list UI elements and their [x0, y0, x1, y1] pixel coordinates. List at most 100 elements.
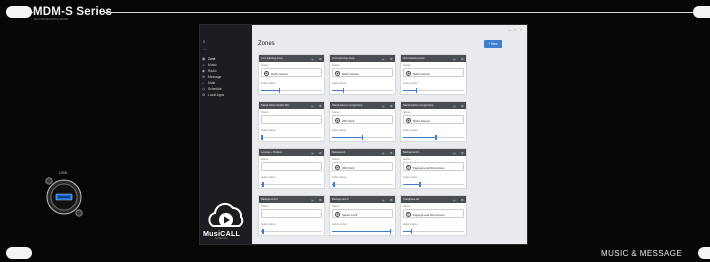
zone-card-header: Lounge + Terrace 🔈 ⚙: [259, 149, 324, 156]
sidebar-item-label: Radio: [208, 69, 217, 73]
zone-source-select[interactable]: ⌄: [261, 115, 322, 124]
mic-icon: 🎙: [406, 211, 411, 217]
volume-slider[interactable]: [403, 182, 464, 187]
volume-slider-thumb[interactable]: [389, 229, 392, 234]
volume-slider-thumb[interactable]: [333, 182, 335, 187]
volume-slider[interactable]: [332, 229, 393, 234]
volume-slider-thumb[interactable]: [415, 88, 418, 93]
volume-slider[interactable]: [332, 88, 393, 93]
zone-card: Background 1 🔈 ⚙ Source 🎙 Paging/Local M…: [400, 148, 467, 189]
top-right-rack-ear: [693, 6, 710, 18]
volume-slider[interactable]: [332, 135, 393, 140]
sidebar-item-label: Mute: [208, 81, 216, 85]
zone-settings-icon[interactable]: ⚙: [390, 198, 393, 202]
audio-volume-label: Audio volume: [261, 82, 276, 85]
sound-output-icon[interactable]: 🔈: [453, 198, 457, 202]
zone-settings-icon[interactable]: ⚙: [390, 57, 393, 61]
zone-card-header: Background 3 🔈 ⚙: [330, 196, 395, 203]
zone-source-value: WiFi Stick: [342, 118, 355, 123]
zone-card-header: Stand-Alone Studio Mix 🔈 ⚙: [259, 102, 324, 109]
volume-slider[interactable]: [403, 88, 464, 93]
back-arrow-icon[interactable]: ←: [203, 46, 207, 51]
volume-slider[interactable]: [403, 229, 464, 234]
zone-settings-icon[interactable]: ⚙: [319, 104, 322, 108]
zone-source-select[interactable]: 🎙 Paging/Local Microphone ⌄: [403, 162, 464, 171]
zone-source-value: WiFi Stick: [342, 165, 355, 170]
source-label: Source: [403, 111, 411, 114]
sound-output-icon[interactable]: 🔈: [382, 104, 386, 108]
volume-slider-thumb[interactable]: [410, 229, 413, 234]
sound-output-icon[interactable]: 🔈: [453, 151, 457, 155]
sound-output-icon[interactable]: 🔈: [311, 104, 315, 108]
sound-output-icon[interactable]: 🔈: [453, 57, 457, 61]
sound-output-icon[interactable]: 🔈: [453, 104, 457, 108]
volume-slider-thumb[interactable]: [261, 135, 264, 140]
zone-source-value: Radio Stream: [413, 71, 431, 76]
volume-slider-thumb[interactable]: [262, 182, 264, 187]
zone-settings-icon[interactable]: ⚙: [461, 104, 464, 108]
zone-settings-icon[interactable]: ⚙: [390, 104, 393, 108]
sound-output-icon[interactable]: 🔈: [311, 198, 315, 202]
audio-volume-label: Audio volume: [403, 176, 418, 179]
audio-volume-label: Audio volume: [403, 129, 418, 132]
sidebar-item-6[interactable]: ⚙ Local Apps: [202, 92, 250, 98]
sound-output-icon[interactable]: 🔈: [311, 151, 315, 155]
new-zone-button[interactable]: + New: [484, 40, 502, 48]
source-label: Source: [403, 64, 411, 67]
zone-settings-icon[interactable]: ⚙: [461, 198, 464, 202]
volume-slider-thumb[interactable]: [278, 88, 281, 93]
zone-source-value: Radio Stream: [342, 71, 360, 76]
volume-slider[interactable]: [403, 135, 464, 140]
minimize-icon[interactable]: —: [508, 28, 511, 32]
volume-slider[interactable]: [261, 182, 322, 187]
zone-name: Background 1: [403, 150, 420, 154]
maximize-icon[interactable]: □: [514, 28, 516, 32]
usb-port[interactable]: [42, 175, 86, 219]
zone-settings-icon[interactable]: ⚙: [319, 57, 322, 61]
zone-settings-icon[interactable]: ⚙: [461, 151, 464, 155]
zone-settings-icon[interactable]: ⚙: [319, 151, 322, 155]
sound-output-icon[interactable]: 🔈: [382, 151, 386, 155]
zone-source-select[interactable]: ◉ Radio Stream ⌄: [403, 115, 464, 124]
zone-card: Stand-Alone Loungezone 🔈 ⚙ Source ◉ WiFi…: [329, 101, 396, 142]
zone-source-value: Stereo 1/2/3: [342, 212, 358, 217]
zone-source-select[interactable]: ◉ WiFi Stick ⌄: [332, 115, 393, 124]
footer-slogan: MUSIC & MESSAGE: [601, 249, 683, 258]
zone-source-select[interactable]: ◉ Stereo 1/2/3 ⌄: [332, 209, 393, 218]
zone-name: Restaurant: [332, 150, 346, 154]
zone-name: Stand-Alone Studio Mix: [261, 103, 290, 107]
audio-volume-label: Audio volume: [261, 223, 276, 226]
volume-slider-thumb[interactable]: [342, 88, 345, 93]
zone-source-select[interactable]: ⌄: [261, 209, 322, 218]
volume-slider-thumb[interactable]: [361, 135, 364, 140]
close-icon[interactable]: ×: [520, 28, 522, 32]
zone-name: Telephone Air: [403, 197, 420, 201]
sidebar-item-label: Local Apps: [208, 93, 225, 97]
radio-icon: ◉: [335, 117, 340, 123]
zone-source-select[interactable]: ⌄: [261, 162, 322, 171]
volume-slider-thumb[interactable]: [262, 229, 264, 234]
zone-settings-icon[interactable]: ⚙: [390, 151, 393, 155]
sidebar-item-label: Music: [208, 63, 217, 67]
sound-output-icon[interactable]: 🔈: [311, 57, 315, 61]
audio-volume-label: Audio volume: [261, 176, 276, 179]
menu-icon[interactable]: ≡: [203, 39, 205, 44]
volume-slider[interactable]: [332, 182, 393, 187]
volume-slider[interactable]: [261, 135, 322, 140]
zone-settings-icon[interactable]: ⚙: [461, 57, 464, 61]
zone-name: Lounge + Terrace: [261, 150, 282, 154]
sound-output-icon[interactable]: 🔈: [382, 198, 386, 202]
sound-output-icon[interactable]: 🔈: [382, 57, 386, 61]
volume-slider[interactable]: [261, 229, 322, 234]
volume-slider-fill: [403, 184, 421, 185]
volume-slider-thumb[interactable]: [435, 135, 437, 140]
zone-source-select[interactable]: 🎙 Paging/Local Microphone ⌄: [403, 209, 464, 218]
zone-source-select[interactable]: ◉ Radio Stream ⌄: [332, 68, 393, 77]
zone-source-select[interactable]: ◉ Radio Stream ⌄: [261, 68, 322, 77]
zone-source-select[interactable]: ◉ WiFi Stick ⌄: [332, 162, 393, 171]
zone-card-header: Telephone Air 🔈 ⚙: [401, 196, 466, 203]
zone-settings-icon[interactable]: ⚙: [319, 198, 322, 202]
volume-slider-thumb[interactable]: [419, 182, 421, 187]
volume-slider[interactable]: [261, 88, 322, 93]
zone-source-select[interactable]: ◉ Radio Stream ⌄: [403, 68, 464, 77]
